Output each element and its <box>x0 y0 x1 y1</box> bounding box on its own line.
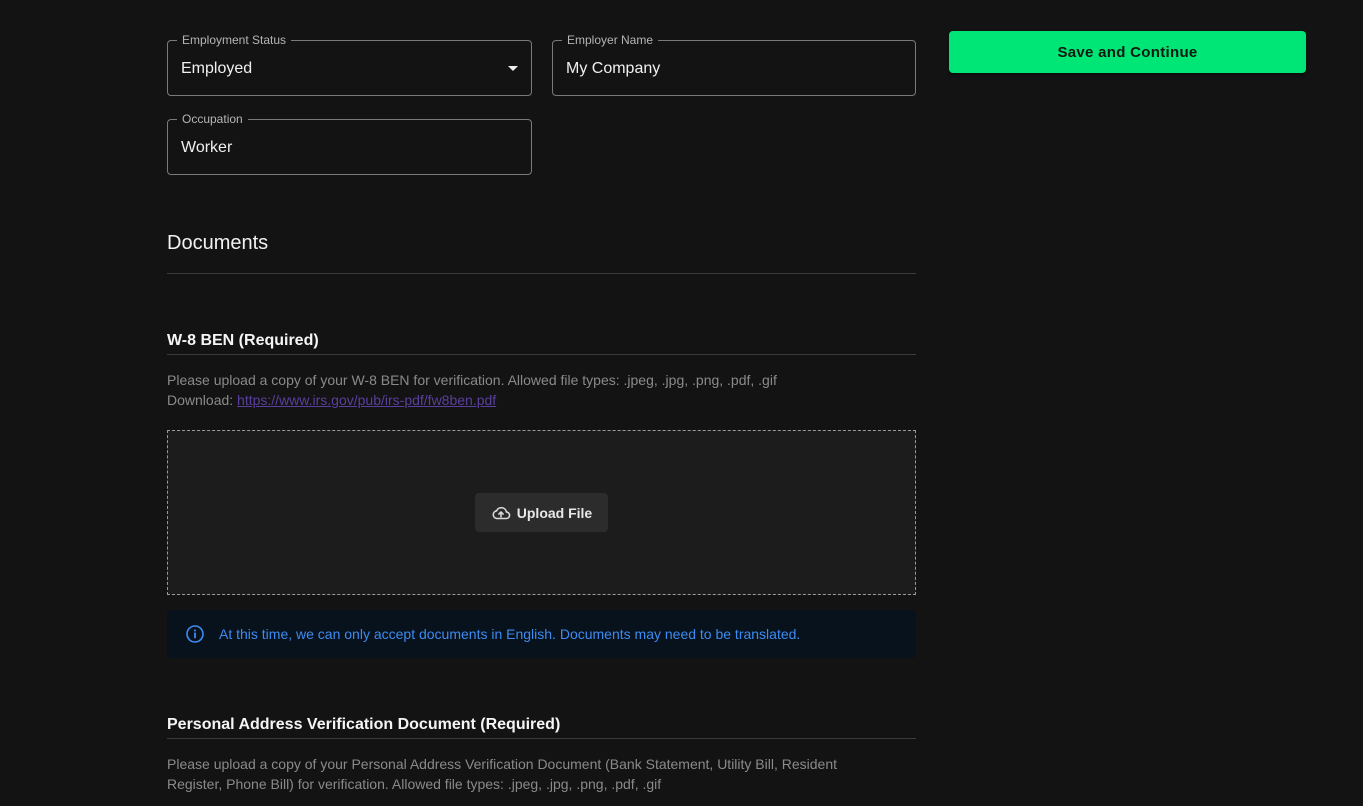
occupation-value[interactable]: Worker <box>181 138 232 158</box>
address-doc-divider <box>167 738 916 739</box>
english-documents-alert: At this time, we can only accept documen… <box>167 610 916 658</box>
chevron-down-icon[interactable] <box>508 66 518 71</box>
w8ben-title: W-8 BEN (Required) <box>167 332 319 349</box>
w8ben-download-line: Download: https://www.irs.gov/pub/irs-pd… <box>167 390 916 410</box>
documents-divider <box>167 273 916 274</box>
documents-heading: Documents <box>167 232 269 254</box>
english-documents-alert-text: At this time, we can only accept documen… <box>219 626 801 642</box>
occupation-field[interactable]: Occupation Worker <box>167 112 532 175</box>
w8ben-dropzone[interactable]: Upload File <box>167 430 916 595</box>
page: Employment Status Employed Employer Name… <box>0 0 1363 806</box>
w8ben-download-link[interactable]: https://www.irs.gov/pub/irs-pdf/fw8ben.p… <box>237 392 496 408</box>
cloud-upload-icon <box>491 505 511 521</box>
upload-file-label: Upload File <box>516 504 593 521</box>
address-doc-title: Personal Address Verification Document (… <box>167 716 561 733</box>
save-and-continue-button[interactable]: Save and Continue <box>949 31 1306 73</box>
employer-name-label: Employer Name <box>562 33 659 47</box>
w8ben-description-block: Please upload a copy of your W-8 BEN for… <box>167 370 916 410</box>
address-doc-description: Please upload a copy of your Personal Ad… <box>167 756 838 792</box>
download-prefix: Download: <box>167 392 238 408</box>
employer-name-value[interactable]: My Company <box>566 59 660 79</box>
employment-status-label: Employment Status <box>177 33 292 47</box>
w8ben-description: Please upload a copy of your W-8 BEN for… <box>167 372 777 388</box>
upload-file-button[interactable]: Upload File <box>475 493 608 532</box>
employer-name-field[interactable]: Employer Name My Company <box>552 33 916 96</box>
occupation-label: Occupation <box>177 112 248 126</box>
w8ben-divider <box>167 354 916 355</box>
info-icon <box>185 624 205 644</box>
employment-status-select[interactable]: Employment Status Employed <box>167 33 532 96</box>
employment-status-value: Employed <box>181 60 253 77</box>
